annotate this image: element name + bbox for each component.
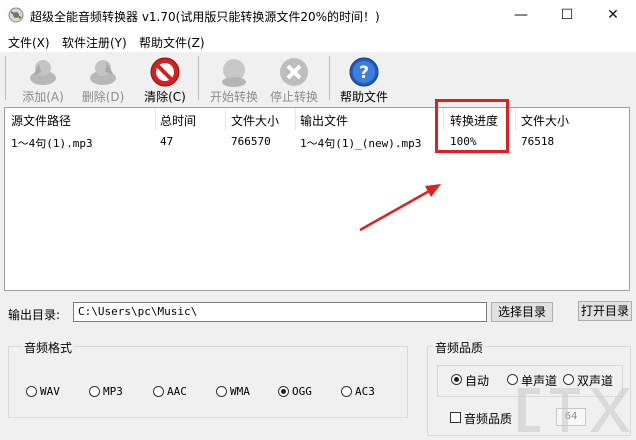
cell-duration[interactable]: 47 (160, 135, 173, 148)
start-convert-icon (218, 56, 250, 88)
quality-checkbox-label[interactable]: 音频品质 (464, 410, 512, 427)
add-label: 添加(A) (22, 90, 64, 104)
audio-format-title: 音频格式 (22, 339, 75, 356)
column-header-output[interactable]: 输出文件 (300, 112, 348, 129)
window-title: 超级全能音频转换器 v1.70(试用版只能转换源文件20%的时间！) (30, 10, 380, 24)
start-convert-button[interactable]: 开始转换 (205, 54, 263, 104)
format-radio-ac3[interactable] (341, 386, 352, 397)
maximize-button[interactable]: ☐ (544, 0, 590, 30)
svg-text:?: ? (359, 63, 369, 83)
format-radio-ogg[interactable] (278, 386, 289, 397)
cell-output-size[interactable]: 76518 (521, 135, 554, 148)
stop-convert-label: 停止转换 (269, 90, 318, 104)
delete-file-icon (87, 56, 119, 88)
stop-convert-button[interactable]: 停止转换 (265, 54, 323, 104)
quality-checkbox[interactable] (450, 412, 461, 423)
watermark-logo-icon (518, 388, 630, 432)
column-divider[interactable] (225, 108, 226, 130)
minimize-button[interactable]: — (498, 0, 544, 30)
audio-quality-title: 音频品质 (433, 339, 486, 356)
format-radio-wav[interactable] (26, 386, 37, 397)
format-radio-aac[interactable] (153, 386, 164, 397)
format-radio-mp3[interactable] (89, 386, 100, 397)
annotation-arrow-icon (359, 184, 441, 232)
toolbar-separator (198, 56, 199, 100)
format-label-wma[interactable]: WMA (230, 385, 250, 398)
format-label-ogg[interactable]: OGG (292, 385, 312, 398)
format-label-mp3[interactable]: MP3 (103, 385, 123, 398)
output-dir-label: 输出目录: (8, 308, 61, 322)
column-divider[interactable] (155, 108, 156, 130)
toolbar-separator (5, 56, 6, 100)
menu-file[interactable]: 文件(X) (8, 34, 50, 51)
audio-format-group (8, 346, 408, 418)
stop-convert-icon (278, 56, 310, 88)
close-button[interactable]: ✕ (590, 0, 636, 30)
column-divider[interactable] (515, 108, 516, 130)
choose-dir-button[interactable]: 选择目录 (491, 302, 553, 322)
open-dir-button[interactable]: 打开目录 (578, 301, 632, 321)
help-label: 帮助文件 (339, 90, 388, 104)
column-divider[interactable] (295, 108, 296, 130)
clear-icon (149, 56, 181, 88)
output-dir-input[interactable]: C:\Users\pc\Music\ (73, 302, 487, 322)
menu-help[interactable]: 帮助文件(Z) (139, 34, 205, 51)
annotation-highlight-box (435, 99, 509, 153)
format-label-wav[interactable]: WAV (40, 385, 60, 398)
column-header-duration[interactable]: 总时间 (160, 112, 196, 129)
channel-label-auto[interactable]: 自动 (465, 372, 489, 389)
add-file-icon (27, 56, 59, 88)
cell-size[interactable]: 766570 (231, 135, 271, 148)
channel-radio-auto[interactable] (451, 374, 462, 385)
delete-label: 删除(D) (81, 90, 125, 104)
format-label-aac[interactable]: AAC (167, 385, 187, 398)
start-convert-label: 开始转换 (209, 90, 258, 104)
format-label-ac3[interactable]: AC3 (355, 385, 375, 398)
help-icon: ? (348, 56, 380, 88)
column-header-size[interactable]: 文件大小 (231, 112, 279, 129)
column-header-output-size[interactable]: 文件大小 (521, 112, 569, 129)
delete-button[interactable]: 删除(D) (74, 54, 132, 104)
help-button[interactable]: ? 帮助文件 (335, 54, 393, 104)
add-button[interactable]: 添加(A) (14, 54, 72, 104)
toolbar-separator (329, 56, 330, 100)
app-icon (8, 7, 24, 23)
column-header-source[interactable]: 源文件路径 (11, 112, 71, 129)
cell-output[interactable]: 1～4句(1)_(new).mp3 (300, 135, 421, 151)
clear-button[interactable]: 清除(C) (136, 54, 194, 104)
format-radio-wma[interactable] (216, 386, 227, 397)
menu-register[interactable]: 软件注册(Y) (62, 34, 127, 51)
cell-source[interactable]: 1～4句(1).mp3 (11, 135, 93, 151)
clear-label: 清除(C) (144, 90, 186, 104)
